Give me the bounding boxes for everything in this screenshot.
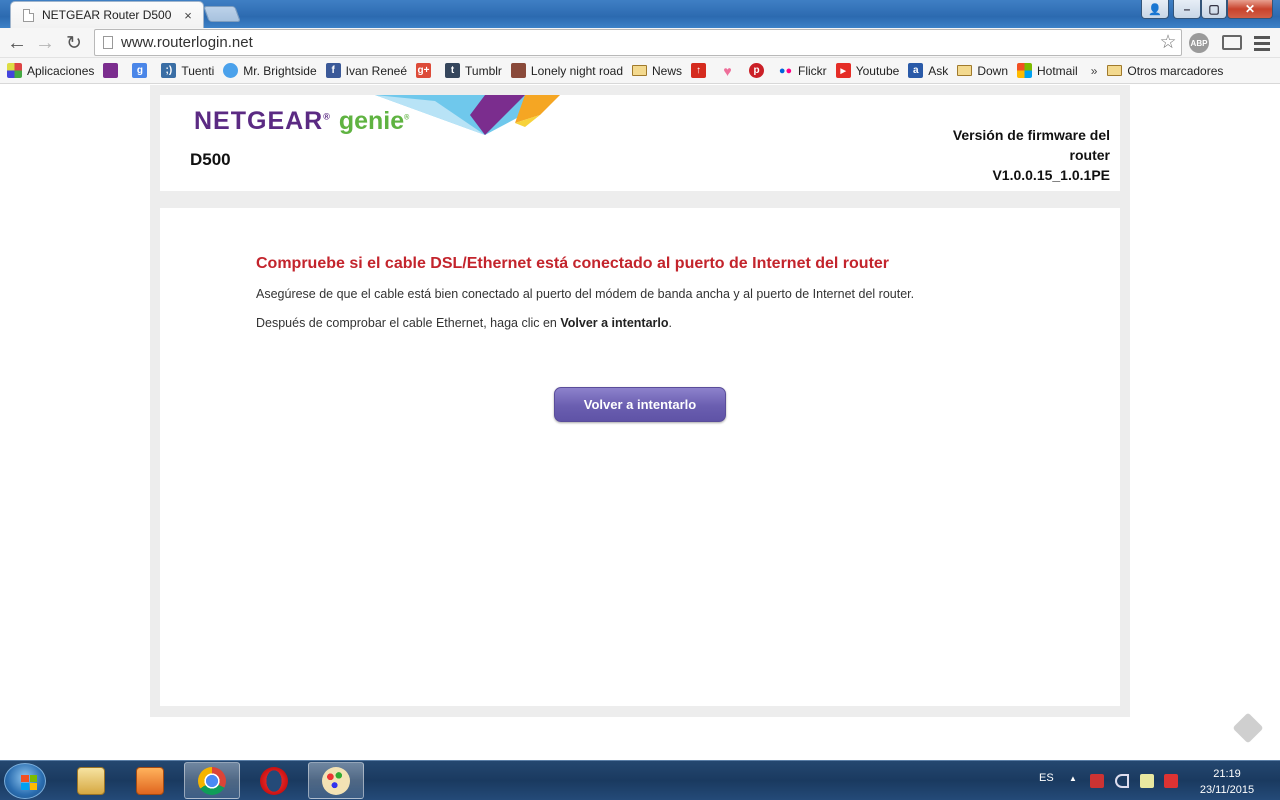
- bookmark-lonely-night-road[interactable]: Lonely night road: [510, 63, 623, 78]
- upload-icon: ↑: [691, 63, 707, 78]
- bookmark-hotmail[interactable]: Hotmail: [1017, 63, 1078, 78]
- windows-icon: [1017, 63, 1032, 78]
- grid-icon: [103, 63, 119, 78]
- volume-icon[interactable]: [1115, 774, 1129, 788]
- adblock-plus-icon[interactable]: ABP: [1189, 33, 1209, 53]
- close-window-button[interactable]: ✕: [1227, 0, 1273, 19]
- error-instruction: Asegúrese de que el cable está bien cone…: [256, 287, 915, 301]
- taskbar-paint[interactable]: [308, 762, 364, 799]
- network-alert-icon[interactable]: [1090, 774, 1104, 788]
- photo-icon: [510, 63, 526, 78]
- opera-icon: [260, 766, 288, 795]
- paint-icon: [322, 766, 350, 795]
- power-icon[interactable]: [1140, 774, 1154, 788]
- heart-icon: ♥: [723, 62, 732, 79]
- url-text[interactable]: www.routerlogin.net: [121, 34, 1155, 51]
- bookmark-folder-news[interactable]: News: [632, 64, 682, 78]
- folder-icon: [957, 65, 973, 76]
- taskbar-opera[interactable]: [246, 762, 302, 799]
- minimize-button[interactable]: –: [1173, 0, 1201, 19]
- tab-close-icon[interactable]: ×: [181, 8, 195, 23]
- reload-icon[interactable]: ↻: [62, 31, 86, 55]
- google-icon: g: [132, 63, 148, 78]
- router-page: NETGEAR® genie® D500 Versión de firmware…: [0, 85, 1280, 760]
- new-tab-button[interactable]: [203, 6, 241, 22]
- error-hint: Después de comprobar el cable Ethernet, …: [256, 316, 672, 330]
- google-plus-icon: g+: [416, 63, 432, 78]
- start-button[interactable]: [4, 763, 46, 799]
- system-clock[interactable]: 21:19 23/11/2015: [1187, 766, 1267, 798]
- netgear-genie-logo: NETGEAR® genie®: [194, 107, 411, 135]
- page-info-icon[interactable]: [103, 36, 113, 49]
- chrome-icon: [198, 766, 226, 795]
- clock-date: 23/11/2015: [1199, 784, 1255, 796]
- folder-icon: [1107, 65, 1123, 76]
- action-center-icon[interactable]: [1164, 774, 1178, 788]
- address-bar[interactable]: www.routerlogin.net ☆: [94, 29, 1182, 56]
- apps-grid-icon: [7, 63, 22, 78]
- file-explorer-icon: [77, 766, 105, 795]
- flickr-icon: ● ●: [778, 64, 793, 77]
- error-title: Compruebe si el cable DSL/Ethernet está …: [256, 255, 890, 272]
- tuenti-icon: ;): [161, 63, 177, 78]
- ask-icon: a: [908, 63, 924, 78]
- browser-toolbar: ← → ↻ www.routerlogin.net ☆ ABP: [0, 28, 1280, 58]
- youtube-icon: ▶: [835, 63, 851, 78]
- router-content: Compruebe si el cable DSL/Ethernet está …: [160, 208, 1120, 706]
- back-arrow-icon[interactable]: ←: [5, 31, 29, 55]
- bookmark-aplicaciones[interactable]: Aplicaciones: [7, 63, 94, 78]
- bookmark-youtube[interactable]: ▶ Youtube: [835, 63, 899, 78]
- language-indicator[interactable]: ES: [1039, 772, 1054, 784]
- windows-taskbar: ES ▲ 21:19 23/11/2015: [0, 760, 1280, 800]
- more-bookmarks-chevron-icon[interactable]: »: [1091, 64, 1098, 78]
- retry-button[interactable]: Volver a intentarlo: [554, 387, 726, 422]
- taskbar-file-explorer[interactable]: [63, 762, 119, 799]
- bookmark-pinterest[interactable]: p: [749, 63, 769, 78]
- media-player-icon: [136, 766, 164, 795]
- tab-netgear[interactable]: NETGEAR Router D500 ×: [10, 1, 204, 28]
- bookmark-tuenti[interactable]: ;) Tuenti: [161, 63, 214, 78]
- taskbar-media-player[interactable]: [122, 762, 178, 799]
- scroll-to-top-icon[interactable]: [1232, 712, 1264, 744]
- router-model: D500: [190, 150, 231, 169]
- browser-titlebar: NETGEAR Router D500 × 👤 – ▢ ✕: [0, 0, 1280, 28]
- bookmarks-bar: Aplicaciones g ;) Tuenti Mr. Brightside …: [0, 58, 1280, 84]
- firmware-info: Versión de firmware del router V1.0.0.15…: [910, 125, 1110, 185]
- chrome-menu-icon[interactable]: [1254, 34, 1270, 52]
- cast-icon[interactable]: [1222, 35, 1242, 50]
- bookmark-folder-down[interactable]: Down: [957, 64, 1008, 78]
- folder-icon: [632, 65, 647, 76]
- taskbar-chrome[interactable]: [184, 762, 240, 799]
- windows-logo-icon: [21, 775, 37, 790]
- tab-title: NETGEAR Router D500: [42, 8, 172, 22]
- bookmark-heart[interactable]: ♥: [720, 62, 740, 79]
- clock-time: 21:19: [1213, 768, 1241, 780]
- twitter-icon: [223, 63, 239, 78]
- forward-arrow-icon[interactable]: →: [33, 31, 57, 55]
- page-icon: [23, 8, 34, 22]
- maximize-button[interactable]: ▢: [1201, 0, 1227, 19]
- bookmark-mr-brightside[interactable]: Mr. Brightside: [223, 63, 317, 78]
- bookmark-tumblr[interactable]: t Tumblr: [445, 63, 502, 78]
- bookmark-ivan-renee[interactable]: f Ivan Reneé: [325, 63, 407, 78]
- router-header: NETGEAR® genie® D500 Versión de firmware…: [160, 95, 1120, 191]
- bookmark-star-icon[interactable]: ☆: [1155, 31, 1181, 54]
- user-profile-button[interactable]: 👤: [1141, 0, 1169, 19]
- bookmark-upload[interactable]: ↑: [691, 63, 711, 78]
- bookmark-ask[interactable]: a Ask: [908, 63, 948, 78]
- bookmark-google[interactable]: g: [132, 63, 152, 78]
- bookmark-google-plus[interactable]: g+: [416, 63, 436, 78]
- facebook-icon: f: [325, 63, 341, 78]
- bookmark-flickr[interactable]: ● ● Flickr: [778, 63, 827, 78]
- pinterest-icon: p: [749, 63, 765, 78]
- bookmark-otros-marcadores[interactable]: Otros marcadores: [1107, 64, 1223, 78]
- tumblr-icon: t: [445, 63, 461, 78]
- bookmark-grid[interactable]: [103, 63, 123, 78]
- show-hidden-icons-icon[interactable]: ▲: [1069, 774, 1077, 783]
